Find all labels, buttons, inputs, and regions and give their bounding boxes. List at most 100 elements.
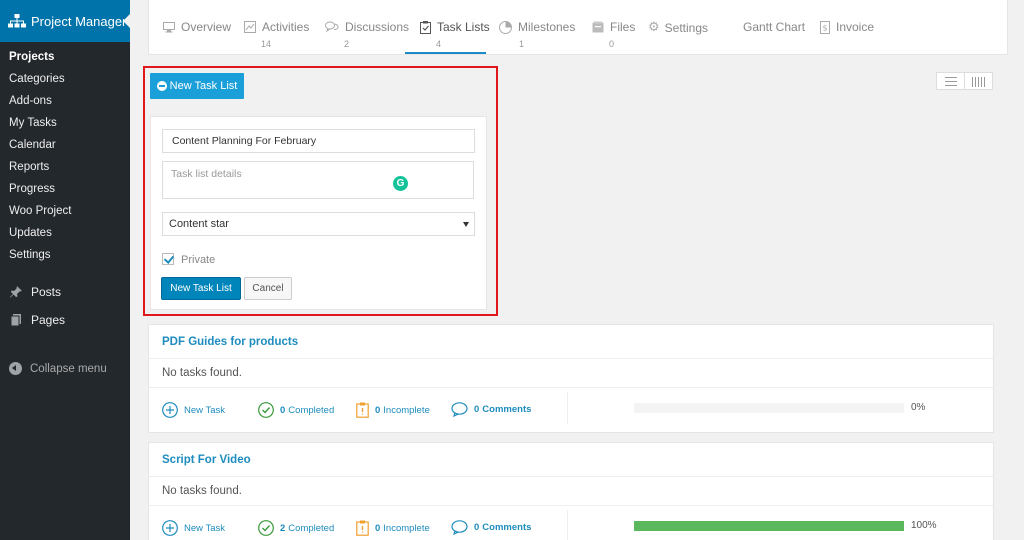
completed-count: 0 [280,404,286,416]
tab-files-count: 0 [609,39,615,49]
task-list-card: PDF Guides for products No tasks found. … [148,324,994,433]
check-circle-icon [258,520,274,536]
task-list-name-input[interactable]: Content Planning For February [162,129,475,153]
submenu-settings[interactable]: Settings [0,244,130,266]
task-list-title[interactable]: Script For Video [149,443,993,477]
menu-posts-label: Posts [31,285,62,299]
submenu-categories[interactable]: Categories [0,68,130,90]
clipboard-icon [356,520,369,536]
tab-overview[interactable]: Overview [163,0,247,54]
submenu-add-ons[interactable]: Add-ons [0,90,130,112]
completed-link[interactable]: 2 Completed [258,520,334,536]
task-list-card: Script For Video No tasks found. New Tas… [148,442,994,540]
progress-bar [634,403,904,413]
comments-label: Comments [482,522,532,533]
tab-discussions[interactable]: Discussions 2 [325,0,409,54]
completed-link[interactable]: 0 Completed [258,402,334,418]
collapse-menu-button[interactable]: Collapse menu [9,362,107,375]
private-checkbox-label: Private [181,254,216,266]
dropdown-caret-icon [463,222,469,230]
submenu-my-tasks[interactable]: My Tasks [0,112,130,134]
plus-circle-icon [162,402,178,418]
incomplete-label: Incomplete [383,522,430,534]
collapse-arrow-icon [9,362,22,375]
tab-activities-label: Activities [262,20,310,34]
comments-link[interactable]: 0 Comments [451,402,534,417]
files-icon [592,21,604,33]
tab-task-lists-label: Task Lists [437,20,490,34]
sitemap-icon [8,14,26,28]
milestone-select-value: Content star [169,218,229,230]
tab-milestones-label: Milestones [518,20,576,34]
tab-discussions-count: 2 [344,39,350,49]
comments-link[interactable]: 0 Comments [451,520,534,535]
invoice-icon: $ [820,20,830,34]
new-task-link[interactable]: New Task [162,520,225,536]
admin-sidebar: Project Manager Projects Categories Add-… [0,0,130,540]
submenu-calendar[interactable]: Calendar [0,134,130,156]
task-list-details-textarea[interactable]: Task list details [162,161,474,199]
gear-icon: ⚙ [648,20,660,35]
menu-pages[interactable]: Pages [0,306,130,334]
progress-bar [634,521,904,531]
svg-text:$: $ [822,23,827,32]
tab-discussions-label: Discussions [345,20,410,34]
submenu: Projects Categories Add-ons My Tasks Cal… [0,42,130,266]
chat-bubbles-icon [325,21,339,33]
submenu-reports[interactable]: Reports [0,156,130,178]
tab-activities-count: 14 [261,39,272,49]
tab-invoice[interactable]: $ Invoice [820,0,880,54]
tab-files[interactable]: Files 0 [592,0,636,54]
new-task-label: New Task [184,404,226,416]
project-tabs: Overview Activities 14 Discussions 2 Tas… [148,0,1008,55]
chart-line-icon [244,21,256,33]
toggle-new-task-list-button[interactable]: New Task List [150,73,244,99]
completed-label: Completed [288,522,335,534]
milestone-select[interactable]: Content star [162,212,475,236]
tab-settings[interactable]: ⚙ Settings [648,0,713,54]
footer-divider [567,392,568,424]
progress-percent: 0% [911,402,926,413]
tab-files-label: Files [610,20,636,34]
menu-pages-label: Pages [31,313,66,327]
tab-milestones[interactable]: Milestones 1 [499,0,579,54]
plus-circle-icon [162,520,178,536]
footer-divider [567,510,568,540]
monitor-icon [163,21,175,32]
completed-count: 2 [280,522,286,534]
check-circle-icon [258,402,274,418]
incomplete-count: 0 [375,404,381,416]
submenu-woo-project[interactable]: Woo Project [0,200,130,222]
submenu-progress[interactable]: Progress [0,178,130,200]
comment-bubble-icon [451,520,468,535]
progress-percent: 100% [911,520,937,531]
main-menu: Posts Pages [0,278,130,334]
comments-count: 0 [474,522,480,533]
task-list-title[interactable]: PDF Guides for products [149,325,993,359]
incomplete-link[interactable]: 0 Incomplete [356,520,430,536]
completed-label: Completed [288,404,335,416]
grammarly-icon[interactable]: G [393,176,408,191]
minus-circle-icon [156,81,167,91]
tab-gantt-chart[interactable]: Gantt Chart [743,0,808,54]
list-view-toggle[interactable] [936,72,965,90]
cancel-button[interactable]: Cancel [244,277,292,300]
tab-task-lists[interactable]: Task Lists 4 [405,0,490,54]
new-task-link[interactable]: New Task [162,402,225,418]
collapse-menu-label: Collapse menu [30,362,107,375]
private-checkbox[interactable] [162,253,174,265]
tab-activities[interactable]: Activities 14 [244,0,314,54]
task-list-footer: New Task 0 Completed 0 Incomplete 0 Comment… [149,388,993,432]
column-view-toggle[interactable] [964,72,993,90]
empty-tasks-message: No tasks found. [149,477,993,506]
menu-posts[interactable]: Posts [0,278,130,306]
menu-project-manager[interactable]: Project Manager [0,0,130,42]
submenu-updates[interactable]: Updates [0,222,130,244]
clipboard-icon [356,402,369,418]
progress-bar-fill [634,521,904,531]
incomplete-link[interactable]: 0 Incomplete [356,402,430,418]
new-task-label: New Task [184,522,226,534]
submenu-projects[interactable]: Projects [0,46,130,68]
clipboard-check-icon [420,20,431,34]
submit-new-task-list-button[interactable]: New Task List [161,277,241,300]
